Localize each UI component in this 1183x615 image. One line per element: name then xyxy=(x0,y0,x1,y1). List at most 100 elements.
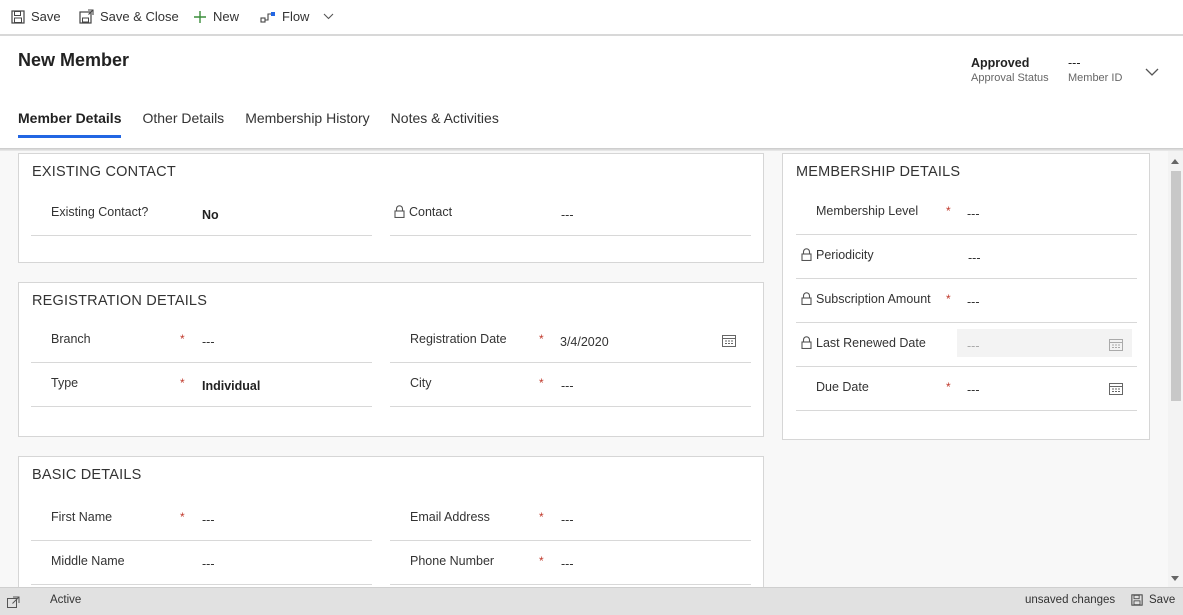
first-name-label: First Name xyxy=(51,510,113,524)
email-value[interactable]: --- xyxy=(561,513,574,527)
due-date-value[interactable]: --- xyxy=(967,383,980,397)
middle-name-row[interactable]: Middle Name --- xyxy=(31,541,372,585)
first-name-value[interactable]: --- xyxy=(202,513,215,527)
command-bar: Save Save & Close New Flow xyxy=(0,0,1183,36)
tab-other-details[interactable]: Other Details xyxy=(142,110,224,136)
periodicity-value[interactable]: --- xyxy=(968,251,981,265)
page-title: New Member xyxy=(18,50,130,70)
tab-membership-history[interactable]: Membership History xyxy=(245,110,369,136)
chevron-down-icon[interactable] xyxy=(317,11,339,23)
subscription-amount-value[interactable]: --- xyxy=(967,295,980,309)
existing-contact-title: EXISTING CONTACT xyxy=(32,164,176,180)
flow-button[interactable]: Flow xyxy=(260,9,339,24)
registration-details-title: REGISTRATION DETAILS xyxy=(32,293,208,309)
phone-row[interactable]: Phone Number * --- xyxy=(390,541,751,585)
basic-details-title: BASIC DETAILS xyxy=(32,467,142,483)
scroll-up-arrow-icon[interactable] xyxy=(1171,159,1179,164)
member-id-label: Member ID xyxy=(1068,72,1123,84)
approval-status-field[interactable]: Approved Approval Status xyxy=(971,56,1049,84)
status-bar: Active unsaved changes Save xyxy=(0,587,1183,615)
footer-save-button[interactable]: Save xyxy=(1131,594,1175,606)
required-marker: * xyxy=(946,292,951,306)
subscription-amount-row[interactable]: Subscription Amount * --- xyxy=(796,279,1137,323)
save-close-button[interactable]: Save & Close xyxy=(79,9,179,24)
save-button[interactable]: Save xyxy=(11,9,61,24)
due-date-row[interactable]: Due Date * --- xyxy=(796,367,1137,411)
member-id-field[interactable]: --- Member ID xyxy=(1068,56,1122,84)
branch-row[interactable]: Branch * --- xyxy=(31,319,372,363)
lock-icon xyxy=(801,336,812,349)
city-value[interactable]: --- xyxy=(561,379,574,393)
new-button[interactable]: New xyxy=(193,9,239,24)
membership-details-section: MEMBERSHIP DETAILS Membership Level * --… xyxy=(782,153,1150,440)
city-label: City xyxy=(410,376,432,390)
registration-date-row[interactable]: Registration Date * 3/4/2020 xyxy=(390,319,751,363)
record-status: Active xyxy=(50,594,82,606)
membership-level-row[interactable]: Membership Level * --- xyxy=(796,191,1137,235)
save-icon xyxy=(11,9,25,24)
member-id-value: --- xyxy=(1068,56,1081,70)
city-row[interactable]: City * --- xyxy=(390,363,751,407)
required-marker: * xyxy=(539,332,544,346)
last-renewed-date-field xyxy=(957,329,1132,357)
save-close-icon xyxy=(79,9,94,24)
tab-member-details[interactable]: Member Details xyxy=(18,110,122,138)
contact-row[interactable]: Contact --- xyxy=(390,192,751,236)
required-marker: * xyxy=(539,554,544,568)
branch-label: Branch xyxy=(51,332,91,346)
calendar-icon[interactable] xyxy=(1109,382,1123,395)
calendar-icon[interactable] xyxy=(722,334,736,347)
type-row[interactable]: Type * Individual xyxy=(31,363,372,407)
required-marker: * xyxy=(539,510,544,524)
form-body: EXISTING CONTACT Existing Contact? No Co… xyxy=(0,151,1168,587)
subscription-amount-label: Subscription Amount xyxy=(816,292,931,306)
plus-icon xyxy=(194,10,206,23)
flow-icon xyxy=(260,11,275,23)
contact-value[interactable]: --- xyxy=(561,208,574,222)
scroll-thumb[interactable] xyxy=(1171,171,1181,401)
existing-contact-row[interactable]: Existing Contact? No xyxy=(31,192,372,236)
lock-icon xyxy=(801,248,812,261)
lock-icon xyxy=(394,205,405,218)
last-renewed-date-row: Last Renewed Date --- xyxy=(796,323,1137,367)
basic-details-section: BASIC DETAILS First Name * --- Email Add… xyxy=(18,456,764,587)
approval-status-label: Approval Status xyxy=(971,72,1049,84)
periodicity-label: Periodicity xyxy=(816,248,874,262)
popout-icon[interactable] xyxy=(7,596,20,608)
type-value[interactable]: Individual xyxy=(202,379,260,393)
tab-list: Member Details Other Details Membership … xyxy=(18,110,520,138)
save-icon xyxy=(1131,594,1143,606)
type-label: Type xyxy=(51,376,79,390)
membership-level-value[interactable]: --- xyxy=(967,207,980,221)
phone-label: Phone Number xyxy=(410,554,495,568)
registration-date-value[interactable]: 3/4/2020 xyxy=(560,335,609,349)
email-row[interactable]: Email Address * --- xyxy=(390,497,751,541)
required-marker: * xyxy=(539,376,544,390)
lock-icon xyxy=(801,292,812,305)
required-marker: * xyxy=(946,380,951,394)
calendar-icon xyxy=(1109,339,1123,351)
required-marker: * xyxy=(180,332,185,346)
first-name-row[interactable]: First Name * --- xyxy=(31,497,372,541)
periodicity-row[interactable]: Periodicity --- xyxy=(796,235,1137,279)
vertical-scrollbar[interactable] xyxy=(1168,151,1183,587)
tab-notes-activities[interactable]: Notes & Activities xyxy=(391,110,499,136)
phone-value[interactable]: --- xyxy=(561,557,574,571)
middle-name-label: Middle Name xyxy=(51,554,125,568)
branch-value[interactable]: --- xyxy=(202,335,215,349)
unsaved-changes-text: unsaved changes xyxy=(1025,594,1116,606)
existing-contact-value[interactable]: No xyxy=(202,208,219,222)
approval-status-value: Approved xyxy=(971,56,1030,70)
middle-name-value[interactable]: --- xyxy=(202,557,215,571)
save-button-label: Save xyxy=(31,9,61,24)
registration-date-label: Registration Date xyxy=(410,332,507,346)
header-expand-chevron-icon[interactable] xyxy=(1144,66,1160,78)
required-marker: * xyxy=(946,204,951,218)
footer-save-label: Save xyxy=(1149,594,1176,606)
required-marker: * xyxy=(180,376,185,390)
due-date-label: Due Date xyxy=(816,380,869,394)
scroll-down-arrow-icon[interactable] xyxy=(1171,576,1179,581)
last-renewed-date-value: --- xyxy=(967,339,980,353)
form-header: New Member Approved Approval Status --- … xyxy=(0,38,1183,150)
existing-contact-section: EXISTING CONTACT Existing Contact? No Co… xyxy=(18,153,764,263)
